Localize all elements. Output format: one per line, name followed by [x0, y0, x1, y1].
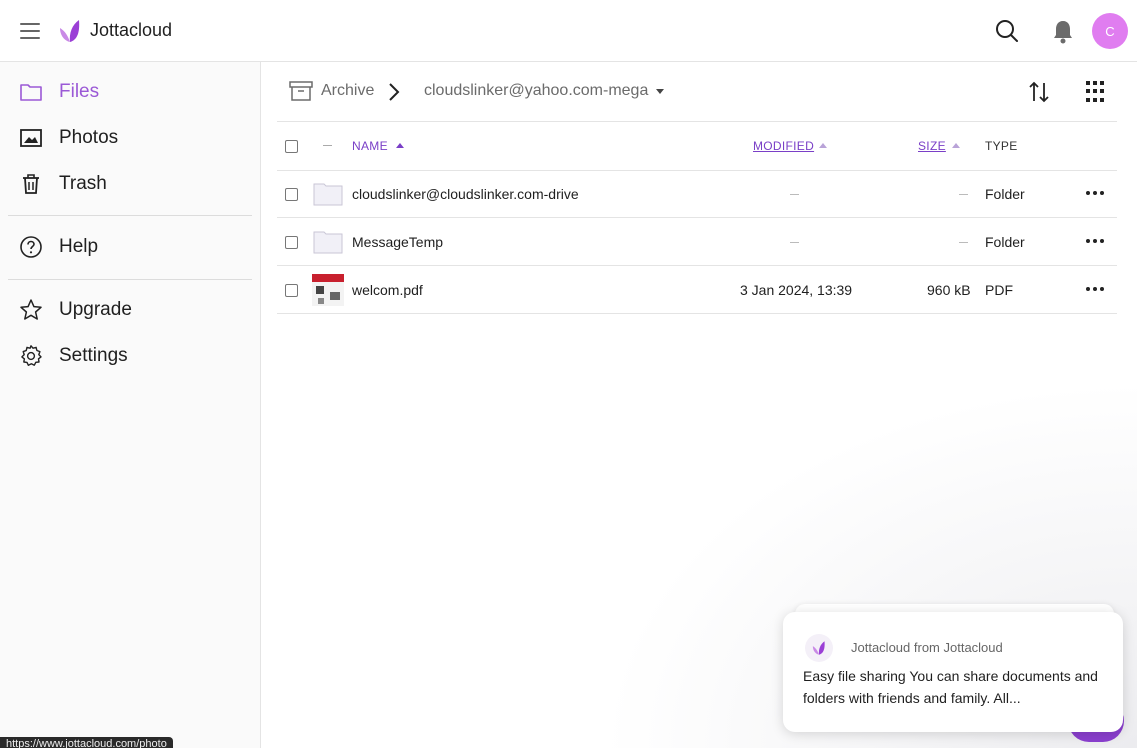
notification-sender: Jottacloud from Jottacloud	[851, 640, 1003, 655]
file-name[interactable]: welcom.pdf	[352, 282, 423, 298]
row-checkbox[interactable]	[285, 236, 298, 249]
sidebar-item-photos[interactable]: Photos	[0, 118, 261, 158]
file-name[interactable]: cloudslinker@cloudslinker.com-drive	[352, 186, 579, 202]
sidebar-item-label: Photos	[59, 127, 119, 148]
chevron-right-icon	[389, 83, 400, 101]
sort-indicator-icon	[819, 143, 827, 148]
sidebar-item-files[interactable]: Files	[0, 72, 261, 112]
breadcrumb-current[interactable]: cloudslinker@yahoo.com-mega	[424, 82, 665, 100]
sidebar-item-label: Help	[59, 236, 99, 257]
more-options-icon[interactable]	[1086, 191, 1104, 197]
sidebar-item-label: Files	[59, 81, 100, 102]
column-size-label: SIZE	[918, 139, 946, 153]
sidebar-item-label: Settings	[59, 345, 128, 366]
file-modified: 3 Jan 2024, 13:39	[740, 282, 853, 298]
modified-empty	[790, 242, 799, 243]
column-header-type: TYPE	[985, 139, 1018, 153]
folder-icon	[313, 183, 343, 206]
column-header-size[interactable]: SIZE	[918, 139, 946, 153]
status-bar-url: https://www.jottacloud.com/photo	[0, 737, 173, 748]
more-options-icon[interactable]	[1086, 287, 1104, 293]
avatar[interactable]: C	[1092, 13, 1128, 49]
column-name-label: NAME	[352, 139, 388, 153]
breadcrumb-root-label: Archive	[321, 82, 375, 99]
star-icon	[20, 299, 42, 320]
row-divider	[277, 313, 1117, 314]
modified-empty	[790, 194, 799, 195]
menu-icon[interactable]	[20, 23, 40, 39]
row-divider	[277, 217, 1117, 218]
sidebar-item-trash[interactable]: Trash	[0, 164, 261, 204]
sort-icon[interactable]	[1026, 79, 1052, 105]
sort-indicator-icon	[952, 143, 960, 148]
sidebar-divider	[8, 279, 252, 280]
brand-name: Jottacloud	[90, 20, 173, 40]
file-type: PDF	[985, 282, 1013, 298]
gear-icon	[21, 345, 42, 366]
sidebar-item-settings[interactable]: Settings	[0, 336, 261, 376]
file-type: Folder	[985, 234, 1025, 250]
sidebar-divider	[8, 215, 252, 216]
photo-icon	[20, 129, 42, 147]
sidebar-item-label: Trash	[59, 173, 107, 194]
jottacloud-logo[interactable]	[57, 18, 83, 44]
select-all-checkbox[interactable]	[285, 140, 298, 153]
bell-icon[interactable]	[1051, 18, 1075, 44]
sort-asc-icon	[396, 143, 404, 148]
folder-icon	[313, 231, 343, 254]
more-options-icon[interactable]	[1086, 239, 1104, 245]
notification-logo	[805, 634, 833, 662]
trash-icon	[23, 174, 39, 194]
sidebar: Files Photos Trash Help Upgrade Settings	[0, 62, 261, 748]
archive-icon	[289, 81, 313, 101]
row-divider	[277, 265, 1117, 266]
column-header-name[interactable]: NAME	[352, 139, 388, 153]
table-top-divider	[277, 121, 1117, 122]
size-empty	[959, 194, 968, 195]
size-empty	[959, 242, 968, 243]
row-checkbox[interactable]	[285, 284, 298, 297]
column-header-modified[interactable]: MODIFIED	[753, 139, 814, 153]
file-name[interactable]: MessageTemp	[352, 234, 443, 250]
row-checkbox[interactable]	[285, 188, 298, 201]
breadcrumb-archive[interactable]: Archive	[289, 80, 374, 102]
sidebar-item-label: Upgrade	[59, 299, 132, 320]
notification-message: Easy file sharing You can share document…	[803, 668, 1098, 706]
notification-card[interactable]: Jottacloud from Jottacloud Easy file sha…	[783, 612, 1123, 732]
help-icon	[20, 236, 42, 258]
breadcrumb-current-label: cloudslinker@yahoo.com-mega	[424, 82, 649, 99]
grid-view-icon[interactable]	[1086, 81, 1108, 103]
file-size: 960 kB	[927, 282, 971, 298]
column-modified-label: MODIFIED	[753, 139, 815, 153]
pdf-thumbnail	[312, 274, 344, 306]
top-bar: Jottacloud C	[0, 0, 1137, 62]
dash-placeholder	[323, 145, 332, 146]
sidebar-item-help[interactable]: Help	[0, 227, 261, 267]
file-type: Folder	[985, 186, 1025, 202]
jottacloud-logo-icon	[812, 641, 825, 655]
table-header-divider	[277, 170, 1117, 171]
search-icon[interactable]	[994, 18, 1020, 44]
caret-down-icon	[656, 88, 665, 94]
folder-icon	[20, 84, 42, 101]
sidebar-item-upgrade[interactable]: Upgrade	[0, 290, 261, 330]
